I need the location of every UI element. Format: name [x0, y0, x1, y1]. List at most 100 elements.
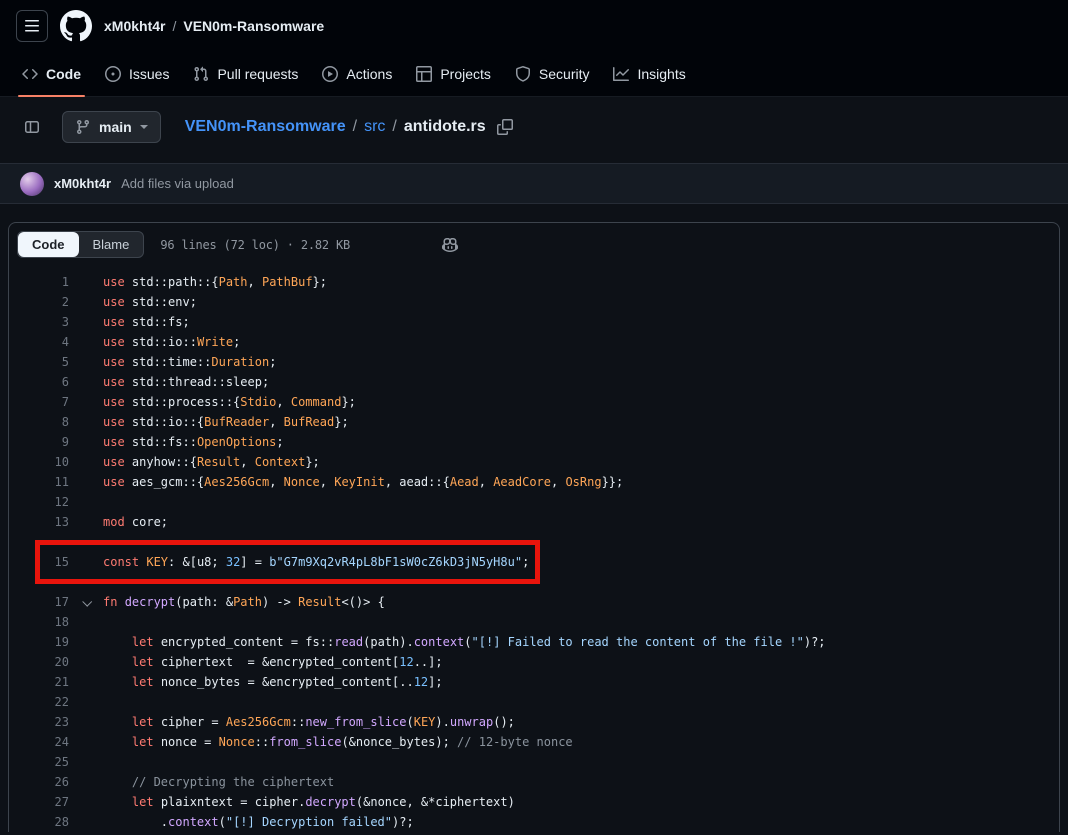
- code-line: 19 let encrypted_content = fs::read(path…: [9, 632, 1059, 652]
- line-number[interactable]: 13: [9, 512, 69, 532]
- code-text: .context("[!] Decryption failed")?;: [103, 812, 414, 832]
- code-line: 25: [9, 752, 1059, 772]
- code-text: let nonce = Nonce::from_slice(&nonce_byt…: [103, 732, 573, 752]
- chevron-down-icon: [140, 125, 148, 129]
- branch-name: main: [99, 119, 132, 135]
- line-number[interactable]: 20: [9, 652, 69, 672]
- line-number[interactable]: 21: [9, 672, 69, 692]
- code-line: 15 const KEY: &[u8; 32] = b"G7m9Xq2vR4pL8…: [9, 552, 1059, 572]
- line-number[interactable]: 9: [9, 432, 69, 452]
- commit-author[interactable]: xM0kht4r: [54, 176, 111, 191]
- avatar[interactable]: [20, 172, 44, 196]
- blame-view-button[interactable]: Blame: [79, 232, 144, 257]
- code-text: mod core;: [103, 512, 168, 532]
- line-number[interactable]: 7: [9, 392, 69, 412]
- copy-path-button[interactable]: [497, 119, 513, 135]
- code-line: 10use anyhow::{Result, Context};: [9, 452, 1059, 472]
- tab-label: Insights: [637, 66, 685, 82]
- code-text: use std::env;: [103, 292, 197, 312]
- line-number[interactable]: 12: [9, 492, 69, 512]
- code-text: use std::thread::sleep;: [103, 372, 269, 392]
- line-number[interactable]: 22: [9, 692, 69, 712]
- code-blame-toggle: Code Blame: [17, 231, 144, 258]
- code-text: let encrypted_content = fs::read(path).c…: [103, 632, 826, 652]
- line-number[interactable]: 4: [9, 332, 69, 352]
- table-icon: [416, 66, 432, 82]
- repo-name-link[interactable]: VEN0m-Ransomware: [183, 18, 324, 34]
- code-line: 8use std::io::{BufReader, BufRead};: [9, 412, 1059, 432]
- github-file-page: { "colors": { "page_bg": "#0d1117", "hea…: [0, 0, 1068, 835]
- line-number[interactable]: 18: [9, 612, 69, 632]
- line-number[interactable]: 1: [9, 272, 69, 292]
- code-text: let plaixntext = cipher.decrypt(&nonce, …: [103, 792, 515, 812]
- tab-label: Issues: [129, 66, 169, 82]
- tab-security[interactable]: Security: [503, 52, 602, 96]
- sidebar-toggle-button[interactable]: [16, 111, 48, 143]
- line-number[interactable]: 26: [9, 772, 69, 792]
- line-number[interactable]: 3: [9, 312, 69, 332]
- code-line: 1 use std::path::{Path, PathBuf};: [9, 272, 1059, 292]
- code-text: const KEY: &[u8; 32] = b"G7m9Xq2vR4pL8bF…: [103, 552, 529, 572]
- title-separator: /: [172, 18, 176, 34]
- repo-owner-link[interactable]: xM0kht4r: [104, 18, 165, 34]
- tab-actions[interactable]: Actions: [310, 52, 404, 96]
- tab-code[interactable]: Code: [10, 52, 93, 96]
- commit-message[interactable]: Add files via upload: [121, 176, 234, 191]
- code-line: 3 use std::fs;: [9, 312, 1059, 332]
- breadcrumb-separator: /: [392, 118, 396, 136]
- code-view-button[interactable]: Code: [18, 232, 79, 257]
- code-text: use std::time::Duration;: [103, 352, 276, 372]
- code-line: [9, 572, 1059, 592]
- code-line: 5 use std::time::Duration;: [9, 352, 1059, 372]
- line-number[interactable]: 10: [9, 452, 69, 472]
- code-text: use std::fs;: [103, 312, 190, 332]
- code-text: use aes_gcm::{Aes256Gcm, Nonce, KeyInit,…: [103, 472, 623, 492]
- code-line: 20 let ciphertext = &encrypted_content[1…: [9, 652, 1059, 672]
- github-logo[interactable]: [60, 10, 92, 42]
- code-line: 21 let nonce_bytes = &encrypted_content[…: [9, 672, 1059, 692]
- code-text: use std::path::{Path, PathBuf};: [103, 272, 327, 292]
- code-line: 9 use std::fs::OpenOptions;: [9, 432, 1059, 452]
- tab-pull-requests[interactable]: Pull requests: [181, 52, 310, 96]
- line-number[interactable]: 15: [9, 552, 69, 572]
- line-number[interactable]: 2: [9, 292, 69, 312]
- code-line: 26 // Decrypting the ciphertext: [9, 772, 1059, 792]
- line-number[interactable]: 11: [9, 472, 69, 492]
- line-number[interactable]: 5: [9, 352, 69, 372]
- code-text: let cipher = Aes256Gcm::new_from_slice(K…: [103, 712, 515, 732]
- line-number[interactable]: 23: [9, 712, 69, 732]
- line-number[interactable]: 19: [9, 632, 69, 652]
- code-line: 4use std::io::Write;: [9, 332, 1059, 352]
- code-text: use std::process::{Stdio, Command};: [103, 392, 356, 412]
- repo-context-title: xM0kht4r / VEN0m-Ransomware: [104, 18, 324, 34]
- graph-icon: [613, 66, 629, 82]
- file-header: Code Blame 96 lines (72 loc) · 2.82 KB: [9, 223, 1059, 266]
- tab-label: Security: [539, 66, 590, 82]
- code-text: let ciphertext = &encrypted_content[12..…: [103, 652, 443, 672]
- line-number[interactable]: 24: [9, 732, 69, 752]
- code-text: use std::fs::OpenOptions;: [103, 432, 284, 452]
- fold-toggle-icon[interactable]: [69, 599, 103, 606]
- tab-label: Actions: [346, 66, 392, 82]
- copilot-button[interactable]: [442, 237, 458, 253]
- code-line: 28 .context("[!] Decryption failed")?;: [9, 812, 1059, 832]
- line-number[interactable]: 17: [9, 592, 69, 612]
- breadcrumb: VEN0m-Ransomware / src / antidote.rs: [185, 118, 513, 136]
- branch-selector-button[interactable]: main: [62, 111, 161, 143]
- line-number[interactable]: 28: [9, 812, 69, 832]
- repo-nav-tabs: Code Issues Pull requests Actions Projec…: [0, 52, 1068, 97]
- code-line: 27 let plaixntext = cipher.decrypt(&nonc…: [9, 792, 1059, 812]
- tab-projects[interactable]: Projects: [404, 52, 503, 96]
- breadcrumb-separator: /: [353, 118, 357, 136]
- line-number[interactable]: 27: [9, 792, 69, 812]
- line-number[interactable]: 8: [9, 412, 69, 432]
- tab-insights[interactable]: Insights: [601, 52, 697, 96]
- breadcrumb-repo-link[interactable]: VEN0m-Ransomware: [185, 118, 346, 136]
- breadcrumb-dir-link[interactable]: src: [364, 118, 385, 136]
- tab-issues[interactable]: Issues: [93, 52, 181, 96]
- play-icon: [322, 66, 338, 82]
- line-number[interactable]: 25: [9, 752, 69, 772]
- line-number[interactable]: 6: [9, 372, 69, 392]
- hamburger-menu-button[interactable]: [16, 10, 48, 42]
- code-line: 11 use aes_gcm::{Aes256Gcm, Nonce, KeyIni…: [9, 472, 1059, 492]
